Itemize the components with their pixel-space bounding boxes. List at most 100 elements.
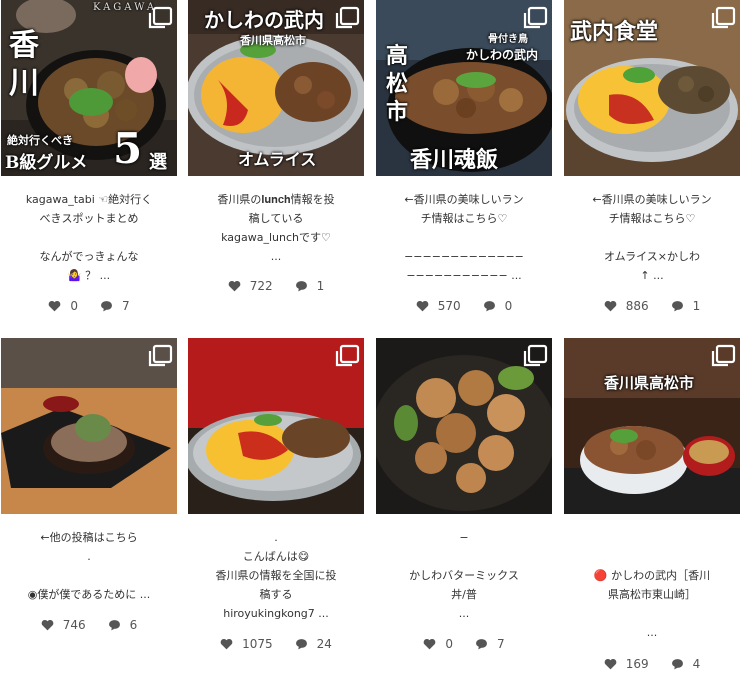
- comments: 24: [295, 637, 332, 651]
- post-stats: 169 4: [564, 657, 740, 671]
- comment-icon: [476, 639, 487, 650]
- likes: 570: [416, 299, 461, 313]
- likes: 0: [48, 299, 78, 313]
- post-stats: 886 1: [564, 299, 740, 313]
- like-count: 1075: [242, 637, 273, 651]
- overlay-text: 武内食堂: [570, 19, 659, 45]
- post-card[interactable]: − かしわバターミックス 丼/普 ... 0 7: [376, 338, 552, 658]
- post-stats: 570 0: [376, 299, 552, 313]
- overlay-text: 絶対行くべき: [7, 134, 73, 147]
- post-stats: 0 7: [376, 637, 552, 651]
- overlay-text: 選: [149, 152, 167, 173]
- overlay-text: 市: [386, 99, 409, 125]
- overlay-text: B級グルメ: [5, 153, 88, 173]
- overlay-text: 5: [113, 124, 143, 173]
- overlay-text: かしわの武内: [204, 8, 324, 32]
- heart-icon: [604, 300, 617, 312]
- heart-icon: [41, 619, 54, 631]
- overlay-text: オムライス: [238, 150, 317, 169]
- comments: 6: [108, 618, 138, 632]
- post-caption: − かしわバターミックス 丼/普 ...: [409, 531, 519, 620]
- like-count: 0: [70, 299, 78, 313]
- post-card[interactable]: 高 松 市 骨付き鳥 かしわの武内 香川魂飯 ←香川県の美味しいラン チ情報はこ…: [376, 0, 552, 320]
- post-card[interactable]: 香川県高松市 🔴 かしわの武内［香川 県高松市東山崎］ ... 169 4: [564, 338, 740, 678]
- comment-icon: [101, 301, 112, 312]
- post-card[interactable]: ←他の投稿はこちら . ◉僕が僕であるために ... 746 6: [1, 338, 177, 638]
- post-caption: ←他の投稿はこちら . ◉僕が僕であるために ...: [27, 531, 151, 601]
- like-count: 570: [437, 299, 461, 313]
- comment-count: 24: [316, 637, 332, 651]
- comment-count: 7: [497, 637, 505, 651]
- likes: 722: [228, 279, 273, 293]
- overlay-text: 香川県高松市: [604, 374, 695, 392]
- post-caption: . こんばんは😋 香川県の情報を全国に投 稿する hiroyukingkong7…: [215, 531, 337, 620]
- likes: 0: [423, 637, 453, 651]
- multiple-images-icon: [148, 344, 173, 367]
- comments: 7: [100, 299, 130, 313]
- like-count: 886: [625, 299, 649, 313]
- post-thumbnail[interactable]: 高 松 市 骨付き鳥 かしわの武内 香川魂飯: [376, 0, 552, 176]
- comment-count: 7: [122, 299, 130, 313]
- post-card[interactable]: . こんばんは😋 香川県の情報を全国に投 稿する hiroyukingkong7…: [188, 338, 364, 658]
- overlay-text: 香川県高松市: [240, 34, 306, 47]
- comment-icon: [671, 659, 683, 670]
- comment-icon: [671, 301, 683, 312]
- post-stats: 722 1: [188, 279, 364, 293]
- like-count: 0: [445, 637, 453, 651]
- post-caption: ←香川県の美味しいラン チ情報はこちら♡ −−−−−−−−−−−−− −−−−−…: [404, 193, 524, 282]
- heart-icon: [604, 658, 617, 670]
- comments: 1: [295, 279, 325, 293]
- like-count: 169: [625, 657, 649, 671]
- post-thumbnail[interactable]: [1, 338, 177, 514]
- likes: 169: [604, 657, 649, 671]
- multiple-images-icon: [523, 6, 548, 29]
- heart-icon: [49, 300, 61, 312]
- likes: 1075: [220, 637, 273, 651]
- heart-icon: [416, 300, 429, 312]
- multiple-images-icon: [148, 6, 173, 29]
- post-card[interactable]: 香 川 KAGAWA 絶対行くべき B級グルメ 5 選 kagawa_tabi …: [1, 0, 177, 320]
- multiple-images-icon: [523, 344, 548, 367]
- like-count: 746: [62, 618, 86, 632]
- multiple-images-icon: [335, 6, 360, 29]
- comment-icon: [295, 281, 307, 292]
- post-thumbnail[interactable]: [376, 338, 552, 514]
- multiple-images-icon: [711, 344, 736, 367]
- post-caption: 香川県の𝐥𝐮𝐧𝐜𝐡情報を投 稿している kagawa_lunchです♡ ...: [217, 193, 335, 263]
- overlay-text: かしわの武内: [466, 48, 539, 62]
- likes: 886: [604, 299, 649, 313]
- comment-icon: [108, 620, 120, 631]
- comment-icon: [295, 639, 307, 650]
- post-thumbnail[interactable]: 香川県高松市: [564, 338, 740, 514]
- post-stats: 746 6: [1, 618, 177, 632]
- post-thumbnail[interactable]: [188, 338, 364, 514]
- comments: 7: [475, 637, 505, 651]
- overlay-text: 香川魂飯: [410, 147, 499, 173]
- post-caption: kagawa_tabi ☜絶対行く べきスポットまとめ なんがでっきょんな 🤷‍…: [25, 193, 153, 282]
- multiple-images-icon: [711, 6, 736, 29]
- heart-icon: [424, 638, 436, 650]
- post-grid: 香 川 KAGAWA 絶対行くべき B級グルメ 5 選 kagawa_tabi …: [0, 0, 742, 680]
- comments: 0: [483, 299, 513, 313]
- post-card[interactable]: 武内食堂 ←香川県の美味しいラン チ情報はこちら♡ オムライス×かしわ ↑ ..…: [564, 0, 740, 320]
- heart-icon: [228, 280, 241, 292]
- post-thumbnail[interactable]: かしわの武内 香川県高松市 オムライス: [188, 0, 364, 176]
- multiple-images-icon: [335, 344, 360, 367]
- comment-count: 6: [129, 618, 138, 632]
- post-caption: ←香川県の美味しいラン チ情報はこちら♡ オムライス×かしわ ↑ ...: [592, 193, 712, 282]
- post-thumbnail[interactable]: 香 川 KAGAWA 絶対行くべき B級グルメ 5 選: [1, 0, 177, 176]
- overlay-text: 川: [9, 66, 39, 101]
- comment-icon: [483, 301, 495, 312]
- post-stats: 0 7: [1, 299, 177, 313]
- comments: 4: [671, 657, 701, 671]
- comment-count: 1: [692, 299, 701, 313]
- likes: 746: [41, 618, 86, 632]
- heart-icon: [220, 638, 233, 650]
- comment-count: 4: [692, 657, 701, 671]
- post-stats: 1075 24: [188, 637, 364, 651]
- comments: 1: [671, 299, 701, 313]
- post-thumbnail[interactable]: 武内食堂: [564, 0, 740, 176]
- comment-count: 0: [504, 299, 513, 313]
- post-card[interactable]: かしわの武内 香川県高松市 オムライス 香川県の𝐥𝐮𝐧𝐜𝐡情報を投 稿している …: [188, 0, 364, 320]
- comment-count: 1: [316, 279, 325, 293]
